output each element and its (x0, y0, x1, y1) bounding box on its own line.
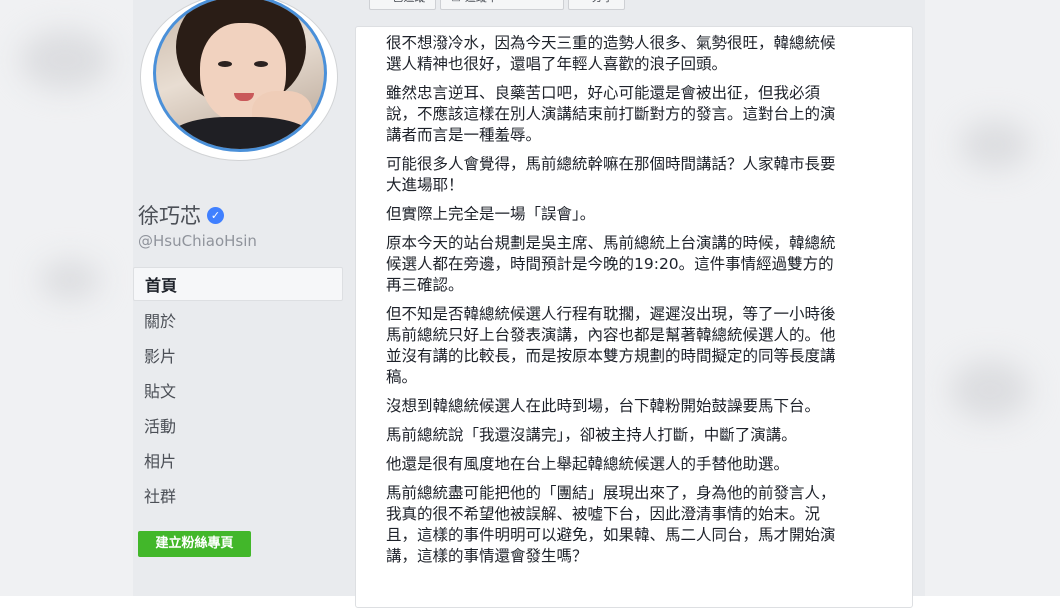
nav-item-home[interactable]: 首頁 (133, 267, 343, 301)
share-label: 分享 (592, 0, 614, 9)
following-button[interactable]: ✓ 已追蹤 (369, 0, 437, 10)
following-label: 已追蹤 (392, 0, 425, 9)
post-paragraph: 原本今天的站台規劃是吳主席、馬前總統上台演講的時候，韓總統 候選人都在旁邊，時間… (386, 234, 836, 294)
post-body: 很不想潑冷水，因為今天三重的造勢人很多、氣勢很旺，韓總統候 選人精神也很好，還唱… (356, 27, 912, 567)
nav-item-photos[interactable]: 相片 (133, 444, 343, 476)
nav-item-community[interactable]: 社群 (133, 479, 343, 511)
nav-item-videos[interactable]: 影片 (133, 339, 343, 371)
feed-follow-label: 追蹤中 (465, 0, 498, 9)
post-card: 很不想潑冷水，因為今天三重的造勢人很多、氣勢很旺，韓總統候 選人精神也很好，還唱… (355, 26, 913, 608)
feed-follow-button[interactable]: ▤ 追蹤中 (440, 0, 565, 10)
page-name: 徐巧芯 (138, 204, 201, 228)
page-action-buttons: ✓ 已追蹤 ▤ 追蹤中 ↗ 分享 (369, 0, 625, 10)
nav-item-about[interactable]: 關於 (133, 304, 343, 336)
nav-item-events[interactable]: 活動 (133, 409, 343, 441)
verified-badge-icon: ✓ (207, 206, 224, 224)
page-navigation: 首頁 關於 影片 貼文 活動 相片 社群 (133, 267, 343, 514)
background-blur (950, 360, 1030, 420)
background-blur (40, 260, 100, 300)
page-handle[interactable]: @HsuChiaoHsin (138, 232, 257, 250)
create-page-button[interactable]: 建立粉絲專頁 (138, 531, 251, 557)
left-sidebar: 徐巧芯 ✓ @HsuChiaoHsin 首頁 關於 影片 貼文 活動 相片 社群… (133, 0, 355, 596)
post-paragraph: 但不知是否韓總統候選人行程有耽擱，遲遲沒出現，等了一小時後 馬前總統只好上台發表… (386, 305, 836, 386)
facebook-page: ✓ 已追蹤 ▤ 追蹤中 ↗ 分享 徐巧芯 ✓ @ (133, 0, 925, 608)
avatar-eye (254, 61, 268, 67)
share-button[interactable]: ↗ 分享 (568, 0, 625, 10)
post-paragraph: 雖然忠言逆耳、良藥苦口吧，好心可能還是會被出征，但我必須 說，不應該這樣在別人演… (386, 84, 836, 144)
avatar-eye (218, 61, 232, 67)
page-title[interactable]: 徐巧芯 ✓ (138, 200, 224, 230)
post-paragraph: 但實際上完全是一場「誤會」。 (386, 205, 596, 223)
post-paragraph: 馬前總統說「我還沒講完」，卻被主持人打斷，中斷了演講。 (386, 426, 797, 444)
nav-item-posts[interactable]: 貼文 (133, 374, 343, 406)
post-paragraph: 馬前總統盡可能把他的「團結」展現出來了，身為他的前發言人， 我真的很不希望他被誤… (386, 484, 836, 565)
background-blur (20, 30, 110, 90)
avatar-shirt (166, 117, 316, 149)
profile-picture-frame[interactable] (141, 0, 337, 160)
post-paragraph: 可能很多人會覺得，馬前總統幹嘛在那個時間講話？人家韓市長要 大進場耶！ (386, 155, 836, 194)
post-paragraph: 很不想潑冷水，因為今天三重的造勢人很多、氣勢很旺，韓總統候 選人精神也很好，還唱… (386, 34, 836, 73)
post-paragraph: 他還是很有風度地在台上舉起韓總統候選人的手替他助選。 (386, 455, 790, 473)
feed-icon: ▤ (451, 0, 460, 9)
check-icon: ✓ (380, 0, 388, 9)
post-paragraph: 沒想到韓總統候選人在此時到場，台下韓粉開始鼓譟要馬下台。 (386, 397, 821, 415)
avatar (153, 0, 327, 152)
share-icon: ↗ (579, 0, 587, 9)
background-blur (960, 120, 1030, 170)
